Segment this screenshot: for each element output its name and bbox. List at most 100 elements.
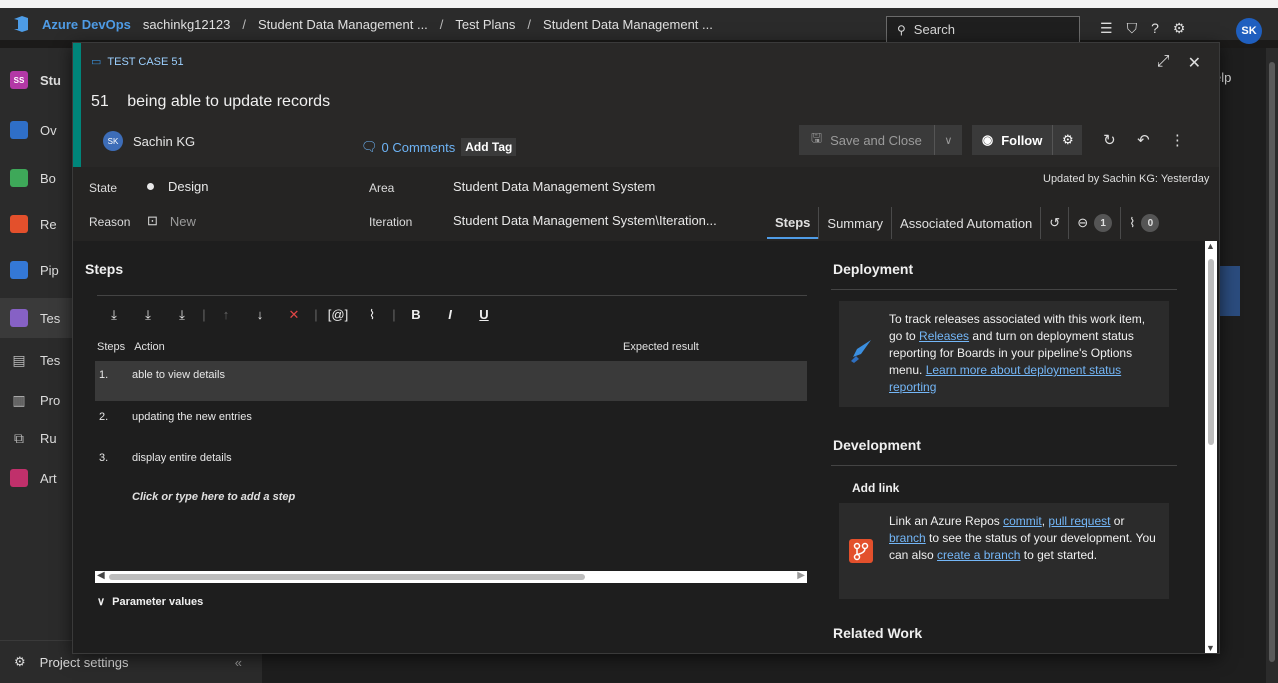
undo-button[interactable]: ↶ — [1126, 125, 1160, 155]
scroll-right-icon[interactable]: ▶ — [797, 570, 805, 581]
commit-link[interactable]: commit — [1003, 514, 1042, 528]
work-item-tabs: Steps Summary Associated Automation ↺ ⊖ … — [767, 207, 1167, 239]
tab-associated-automation[interactable]: Associated Automation — [891, 207, 1040, 239]
steps-horizontal-scrollbar[interactable]: ◀ ▶ — [95, 570, 807, 583]
task-list-icon[interactable]: ☰ — [1100, 20, 1113, 37]
scroll-left-icon[interactable]: ◀ — [97, 570, 105, 581]
col-expected: Expected result — [623, 341, 699, 353]
bold-icon[interactable]: B — [399, 307, 433, 322]
breadcrumb-separator: / — [439, 16, 444, 32]
more-actions-button[interactable]: ⋮ — [1160, 125, 1194, 155]
scrollbar-thumb[interactable] — [109, 574, 585, 580]
updated-by-text[interactable]: Updated by Sachin KG: Yesterday — [1043, 173, 1209, 185]
scroll-down-icon[interactable]: ▼ — [1206, 643, 1215, 653]
insert-shared-steps-icon[interactable]: ⤓ — [131, 307, 165, 323]
move-down-icon[interactable]: ↓ — [243, 307, 277, 322]
collapse-nav-icon[interactable]: « — [235, 655, 242, 670]
move-up-icon[interactable]: ↑ — [209, 307, 243, 322]
refresh-button[interactable]: ↻ — [1092, 125, 1126, 155]
tab-summary[interactable]: Summary — [818, 207, 891, 239]
iteration-field[interactable]: Student Data Management System\Iteration… — [453, 213, 717, 228]
divider — [831, 289, 1177, 290]
expand-icon[interactable]: ⤢ — [1157, 53, 1170, 73]
dev-text-1: Link an Azure Repos — [889, 514, 1004, 528]
test-plan-doc-icon: ▤ — [12, 352, 26, 368]
step-row[interactable]: 2. updating the new entries — [95, 403, 807, 443]
save-and-close-button[interactable]: 🖫 Save and Close — [799, 125, 934, 155]
dev-text-4: to get started. — [1020, 548, 1098, 562]
owner-name: Sachin KG — [133, 133, 196, 149]
underline-icon[interactable]: U — [467, 307, 501, 322]
parameter-values-toggle[interactable]: ∨ Parameter values — [97, 595, 203, 608]
nav-label: Ru — [40, 430, 57, 446]
insert-step-icon[interactable]: ⤓ — [97, 307, 131, 323]
delete-step-icon[interactable]: ✕ — [277, 307, 311, 323]
step-action[interactable]: able to view details — [132, 369, 225, 381]
assigned-to[interactable]: SK Sachin KG — [103, 131, 195, 151]
overview-icon — [10, 121, 28, 139]
step-number: 2. — [99, 411, 109, 423]
comments-link[interactable]: 🗨 0 Comments Add Tag — [361, 138, 517, 156]
page-scrollbar-thumb[interactable] — [1269, 62, 1275, 662]
iteration-label: Iteration — [369, 215, 413, 229]
dialog-toolbar: 🖫 Save and Close ∨ ◉ Follow ⚙ ↻ ↶ ⋮ — [799, 125, 1194, 155]
scrollbar-thumb[interactable] — [1208, 259, 1214, 445]
user-avatar[interactable]: SK — [1236, 18, 1262, 44]
italic-icon[interactable]: I — [433, 307, 467, 322]
state-field[interactable]: Design — [147, 179, 208, 194]
add-link-button[interactable]: Add link — [852, 481, 899, 495]
tab-steps[interactable]: Steps — [767, 207, 819, 239]
branch-link[interactable]: branch — [889, 531, 926, 545]
content-vertical-scrollbar[interactable]: ▲ ▼ — [1205, 241, 1217, 653]
shopping-bag-icon[interactable]: ⛉ — [1127, 20, 1138, 37]
tab-links[interactable]: ⊖ 1 — [1068, 207, 1120, 239]
tab-attachments[interactable]: ⌇ 0 — [1120, 207, 1167, 239]
step-action[interactable]: updating the new entries — [132, 411, 252, 423]
insert-parameter-icon[interactable]: [@] — [321, 307, 355, 322]
create-shared-steps-icon[interactable]: ⤓ — [165, 307, 199, 323]
breadcrumb-test-plans[interactable]: Test Plans — [455, 17, 515, 32]
history-icon: ↺ — [1049, 215, 1061, 230]
step-row[interactable]: 3. display entire details — [95, 444, 807, 484]
scroll-up-icon[interactable]: ▲ — [1206, 241, 1215, 251]
work-item-title[interactable]: 51 being able to update records — [91, 93, 330, 111]
title-text[interactable]: being able to update records — [127, 93, 330, 110]
follow-settings-button[interactable]: ⚙ — [1052, 125, 1083, 155]
page-scrollbar[interactable] — [1266, 48, 1278, 683]
development-heading: Development — [833, 437, 921, 453]
area-field[interactable]: Student Data Management System — [453, 179, 655, 194]
search-box[interactable]: ⚲ Search — [886, 16, 1080, 43]
background-selected-bar — [1218, 266, 1240, 316]
breadcrumb-project[interactable]: Student Data Management ... — [258, 17, 428, 32]
close-icon[interactable]: ✕ — [1188, 53, 1201, 73]
step-number: 3. — [99, 452, 109, 464]
breadcrumb-plan[interactable]: Student Data Management ... — [543, 17, 713, 32]
help-icon[interactable]: ? — [1151, 20, 1159, 37]
step-row[interactable]: 1. able to view details — [95, 361, 807, 401]
reason-field[interactable]: ⊡ New — [147, 213, 196, 229]
create-branch-link[interactable]: create a branch — [937, 548, 1020, 562]
releases-link[interactable]: Releases — [919, 329, 969, 343]
breadcrumb-org[interactable]: sachinkg12123 — [143, 17, 230, 32]
gear-icon: ⚙ — [1062, 132, 1074, 147]
save-dropdown-button[interactable]: ∨ — [933, 125, 962, 155]
boards-icon — [10, 169, 28, 187]
nav-label: Art — [40, 470, 57, 486]
add-step-placeholder[interactable]: Click or type here to add a step — [132, 491, 295, 503]
tab-history[interactable]: ↺ — [1040, 207, 1068, 239]
nav-label: Re — [40, 216, 57, 232]
add-tag-button[interactable]: Add Tag — [461, 138, 517, 156]
pull-request-link[interactable]: pull request — [1048, 514, 1110, 528]
user-settings-icon[interactable]: ⚙ — [1173, 20, 1186, 37]
brand-link[interactable]: Azure DevOps — [42, 17, 131, 32]
attachment-icon[interactable]: ⌇ — [355, 307, 389, 323]
related-work-heading: Related Work — [833, 625, 923, 641]
azure-devops-logo-icon[interactable] — [0, 8, 42, 40]
repo-branch-icon — [849, 539, 873, 563]
type-label: TEST CASE 51 — [107, 55, 184, 68]
breadcrumb-separator: / — [527, 16, 532, 32]
follow-button[interactable]: ◉ Follow — [971, 125, 1053, 155]
step-action[interactable]: display entire details — [132, 452, 232, 464]
toolbar-separator: | — [392, 307, 396, 322]
artifacts-icon — [10, 469, 28, 487]
